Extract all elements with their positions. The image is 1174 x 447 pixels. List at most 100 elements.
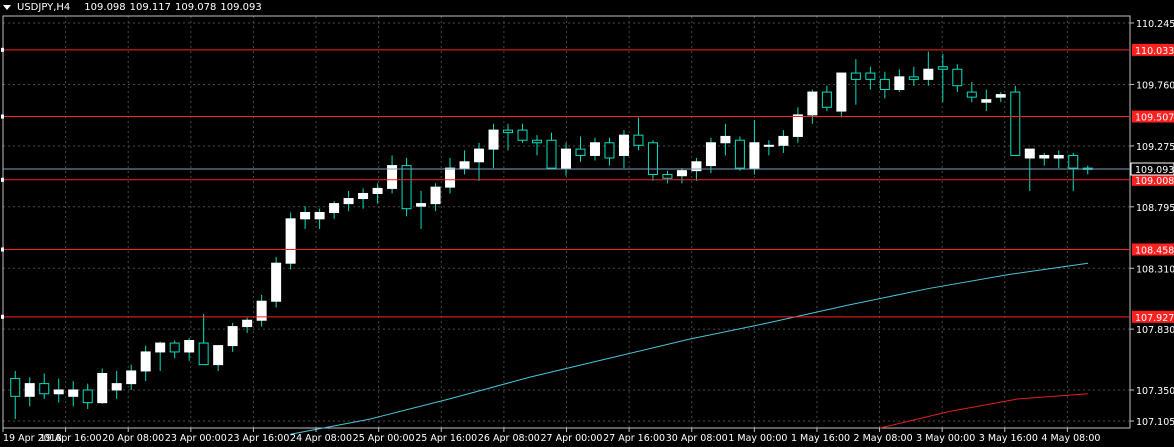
candle-body (1010, 91, 1021, 156)
candle-body (1053, 154, 1064, 159)
candle-body (676, 170, 687, 177)
price-axis-label: 108.310 (1136, 264, 1174, 275)
candle-body (300, 211, 311, 220)
candle-body (24, 383, 35, 397)
candle-body (966, 91, 977, 98)
level-price-label: 109.008 (1135, 176, 1174, 187)
candle-body (1024, 148, 1035, 159)
candle-body (995, 94, 1006, 98)
level-price-label: 108.458 (1135, 246, 1174, 257)
candle-body (850, 72, 861, 80)
time-axis-label: 3 May 16:00 (979, 433, 1038, 444)
candle-body (372, 187, 383, 194)
chart-header: USDJPY,H4 109.098 109.117 109.078 109.09… (3, 2, 262, 13)
candle-body (198, 342, 209, 366)
price-chart[interactable]: 110.033 109.507 109.008 108.458 107.927 109.0… (0, 0, 1174, 447)
time-axis-label: 25 Apr 00:00 (353, 433, 415, 444)
time-axis-label: 26 Apr 08:00 (478, 433, 540, 444)
chart-window[interactable]: 110.033 109.507 109.008 108.458 107.927 109.0… (0, 0, 1174, 447)
candle-body (734, 139, 745, 169)
candle-body (865, 72, 876, 80)
candle-body (256, 300, 267, 321)
candle-body (560, 148, 571, 169)
time-axis-label: 25 Apr 16:00 (415, 433, 477, 444)
candle-body (53, 389, 64, 395)
candle-body (503, 129, 514, 134)
level-price-label: 109.507 (1135, 113, 1174, 124)
candle-body (97, 372, 108, 404)
candle-body (923, 68, 934, 80)
price-axis-label: 109.760 (1136, 80, 1174, 91)
candle-body (155, 342, 166, 353)
ohlc-open: 109.098 (84, 2, 126, 13)
candle-body (459, 161, 470, 169)
candle-body (604, 142, 615, 159)
candle-body (271, 262, 282, 302)
level-price-label: 107.927 (1135, 313, 1174, 324)
candle-body (184, 340, 195, 353)
candle-body (126, 370, 137, 385)
ohlc-close: 109.093 (220, 2, 262, 13)
level-anchor-point (1, 47, 4, 52)
time-axis-label: 24 Apr 08:00 (290, 433, 352, 444)
candle-body (285, 218, 296, 264)
candle-body (169, 342, 180, 353)
candle-body (445, 167, 456, 188)
moving-average-slow-line (879, 393, 1089, 429)
candle-body (633, 134, 644, 146)
price-axis-label: 107.350 (1136, 386, 1174, 397)
candle-body (39, 383, 50, 395)
candle-body (430, 186, 441, 205)
candle-body (227, 326, 238, 347)
candle-body (1039, 154, 1050, 159)
level-anchor-point (1, 314, 4, 319)
ohlc-high: 109.117 (129, 2, 172, 13)
current-price-label: 109.093 (1135, 165, 1174, 176)
candle-body (1068, 154, 1079, 169)
candle-body (618, 134, 629, 156)
candle-body (894, 76, 905, 91)
candle-body (705, 142, 716, 167)
candle-body (836, 72, 847, 112)
candle-body (213, 345, 224, 366)
time-axis-label: 1 May 00:00 (728, 433, 787, 444)
candle-body (488, 129, 499, 150)
time-axis-label: 1 May 16:00 (791, 433, 850, 444)
candle-body (517, 129, 528, 141)
level-anchor-point (1, 114, 4, 119)
candle-body (807, 91, 818, 116)
moving-average-fast-line (289, 262, 1089, 435)
candle-body (937, 66, 948, 70)
candle-body (792, 114, 803, 137)
level-anchor-point (1, 247, 4, 252)
price-axis-label: 108.795 (1136, 203, 1174, 214)
price-axis-label: 110.245 (1136, 19, 1174, 30)
candle-body (589, 142, 600, 156)
candle-body (647, 142, 658, 175)
price-axis-label: 109.275 (1136, 142, 1174, 153)
price-axis-label: 107.830 (1136, 325, 1174, 336)
candle-body (314, 211, 325, 220)
ohlc-low: 109.078 (175, 2, 217, 13)
candle-body (10, 378, 21, 397)
time-axis-label: 27 Apr 00:00 (541, 433, 603, 444)
candle-body (401, 165, 412, 210)
candle-body (532, 139, 543, 144)
level-anchor-point (1, 177, 4, 182)
candle-body (720, 135, 731, 144)
candle-body (343, 198, 354, 205)
time-axis-label: 19 Apr 16:00 (40, 433, 102, 444)
candle-body (821, 91, 832, 108)
candle-body (242, 319, 253, 328)
candle-body (575, 148, 586, 156)
candle-body (763, 144, 774, 147)
collapse-triangle-icon[interactable] (3, 5, 11, 10)
candle-body (952, 68, 963, 87)
candle-body (358, 192, 369, 200)
candle-body (82, 389, 93, 404)
candle-body (778, 135, 789, 146)
candle-body (662, 173, 673, 179)
symbol-timeframe: USDJPY,H4 (17, 2, 71, 13)
time-axis-label: 2 May 08:00 (854, 433, 913, 444)
candle-body (416, 203, 427, 207)
